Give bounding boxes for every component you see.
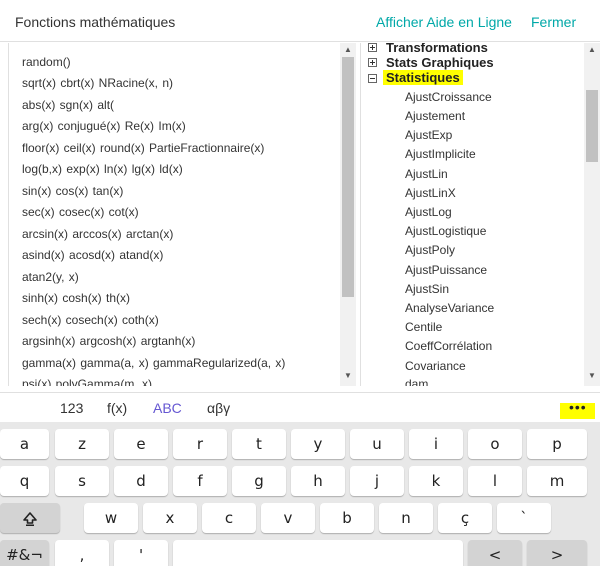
command-item[interactable]: AjustLinX bbox=[405, 186, 456, 200]
key-apostrophe[interactable]: ' bbox=[114, 540, 168, 566]
function-row[interactable]: asind(x) acosd(x) atand(x) bbox=[22, 248, 163, 262]
command-item[interactable]: AjustLog bbox=[405, 205, 452, 219]
key-q[interactable]: q bbox=[0, 466, 49, 496]
shift-key[interactable] bbox=[0, 503, 60, 533]
command-item[interactable]: AjustCroissance bbox=[405, 90, 492, 104]
commands-scrollbar[interactable]: ▲ ▼ bbox=[584, 43, 600, 386]
dialog-title: Fonctions mathématiques bbox=[15, 14, 176, 30]
function-row[interactable]: arg(x) conjugué(x) Re(x) Im(x) bbox=[22, 119, 186, 133]
key-e[interactable]: e bbox=[114, 429, 168, 459]
function-row[interactable]: sin(x) cos(x) tan(x) bbox=[22, 184, 123, 198]
tree-category-statistiques[interactable]: Statistiques bbox=[383, 70, 463, 85]
key-z[interactable]: z bbox=[55, 429, 109, 459]
scroll-up-icon[interactable]: ▲ bbox=[588, 45, 596, 54]
scrollbar-thumb[interactable] bbox=[342, 57, 354, 297]
function-row[interactable]: sinh(x) cosh(x) th(x) bbox=[22, 291, 130, 305]
more-button[interactable]: ••• bbox=[560, 399, 595, 419]
key-t[interactable]: t bbox=[232, 429, 286, 459]
command-item[interactable]: AjustPoly bbox=[405, 243, 455, 257]
scroll-up-icon[interactable]: ▲ bbox=[344, 45, 352, 54]
close-button[interactable]: Fermer bbox=[531, 14, 576, 30]
function-row[interactable]: abs(x) sgn(x) alt( bbox=[22, 98, 114, 112]
function-row[interactable]: random() bbox=[22, 55, 71, 69]
key-g[interactable]: g bbox=[232, 466, 286, 496]
function-row[interactable]: sech(x) cosech(x) coth(x) bbox=[22, 313, 159, 327]
key-d[interactable]: d bbox=[114, 466, 168, 496]
command-item[interactable]: AjustExp bbox=[405, 128, 452, 142]
command-item[interactable]: AnalyseVariance bbox=[405, 301, 494, 315]
key-f[interactable]: f bbox=[173, 466, 227, 496]
right-arrow-key[interactable]: > bbox=[527, 540, 587, 566]
scroll-down-icon[interactable]: ▼ bbox=[588, 371, 596, 380]
function-row[interactable]: arcsin(x) arccos(x) arctan(x) bbox=[22, 227, 173, 241]
tree-category-transformations[interactable]: Transformations bbox=[386, 43, 488, 55]
function-row[interactable]: sqrt(x) cbrt(x) NRacine(x, n) bbox=[22, 76, 173, 90]
keyboard-tab-bar: 123 f(x) ABC αβγ bbox=[0, 392, 600, 422]
space-key[interactable] bbox=[173, 540, 463, 566]
command-item[interactable]: CoeffCorrélation bbox=[405, 339, 492, 353]
function-row[interactable]: argsinh(x) argcosh(x) argtanh(x) bbox=[22, 334, 195, 348]
key-m[interactable]: m bbox=[527, 466, 587, 496]
command-tree: Transformations Stats Graphiques Statist… bbox=[360, 43, 584, 386]
key-j[interactable]: j bbox=[350, 466, 404, 496]
command-item[interactable]: Covariance bbox=[405, 359, 466, 373]
scrollbar-thumb[interactable] bbox=[586, 90, 598, 162]
key-s[interactable]: s bbox=[55, 466, 109, 496]
show-online-help-link[interactable]: Afficher Aide en Ligne bbox=[376, 14, 512, 30]
expand-icon[interactable] bbox=[368, 58, 377, 67]
function-row[interactable]: sec(x) cosec(x) cot(x) bbox=[22, 205, 139, 219]
key-v[interactable]: v bbox=[261, 503, 315, 533]
key-l[interactable]: l bbox=[468, 466, 522, 496]
collapse-icon[interactable] bbox=[368, 74, 377, 83]
key-k[interactable]: k bbox=[409, 466, 463, 496]
key-x[interactable]: x bbox=[143, 503, 197, 533]
tab-greek[interactable]: αβγ bbox=[207, 400, 230, 416]
expand-icon[interactable] bbox=[368, 43, 377, 52]
left-arrow-key[interactable]: < bbox=[468, 540, 522, 566]
command-item[interactable]: AjustLogistique bbox=[405, 224, 486, 238]
key-y[interactable]: y bbox=[291, 429, 345, 459]
key-n[interactable]: n bbox=[379, 503, 433, 533]
key-u[interactable]: u bbox=[350, 429, 404, 459]
scroll-down-icon[interactable]: ▼ bbox=[344, 371, 352, 380]
command-item[interactable]: AjustPuissance bbox=[405, 263, 487, 277]
functions-scrollbar[interactable]: ▲ ▼ bbox=[340, 43, 356, 386]
command-item[interactable]: Centile bbox=[405, 320, 442, 334]
command-item[interactable]: AjustImplicite bbox=[405, 147, 476, 161]
symbols-key[interactable]: #&¬ bbox=[0, 540, 49, 566]
key-c-cedilla[interactable]: ç bbox=[438, 503, 492, 533]
key-backtick[interactable]: ` bbox=[497, 503, 551, 533]
key-b[interactable]: b bbox=[320, 503, 374, 533]
command-item[interactable]: AjustLin bbox=[405, 167, 448, 181]
key-h[interactable]: h bbox=[291, 466, 345, 496]
key-comma[interactable]: , bbox=[55, 540, 109, 566]
function-row[interactable]: floor(x) ceil(x) round(x) PartieFraction… bbox=[22, 141, 264, 155]
key-c[interactable]: c bbox=[202, 503, 256, 533]
key-w[interactable]: w bbox=[84, 503, 138, 533]
key-i[interactable]: i bbox=[409, 429, 463, 459]
tab-abc[interactable]: ABC bbox=[153, 400, 182, 416]
command-item[interactable]: Ajustement bbox=[405, 109, 465, 123]
function-row[interactable]: log(b,x) exp(x) ln(x) lg(x) ld(x) bbox=[22, 162, 183, 176]
function-row[interactable]: atan2(y, x) bbox=[22, 270, 79, 284]
shift-icon bbox=[23, 512, 37, 526]
dialog-header: Fonctions mathématiques Afficher Aide en… bbox=[0, 0, 600, 42]
tree-category-stats-graphiques[interactable]: Stats Graphiques bbox=[386, 55, 494, 70]
command-item[interactable]: AjustSin bbox=[405, 282, 449, 296]
function-row[interactable]: gamma(x) gamma(a, x) gammaRegularized(a,… bbox=[22, 356, 285, 370]
key-o[interactable]: o bbox=[468, 429, 522, 459]
command-item[interactable]: dam bbox=[405, 377, 428, 386]
key-r[interactable]: r bbox=[173, 429, 227, 459]
function-row[interactable]: psi(x) polyGamma(m, x) bbox=[22, 377, 152, 386]
key-a[interactable]: a bbox=[0, 429, 49, 459]
tab-functions[interactable]: f(x) bbox=[107, 400, 127, 416]
virtual-keyboard: a z e r t y u i o p q s d f g h j k l m … bbox=[0, 422, 600, 566]
tab-numbers[interactable]: 123 bbox=[60, 400, 83, 416]
key-p[interactable]: p bbox=[527, 429, 587, 459]
functions-list: random() sqrt(x) cbrt(x) NRacine(x, n) a… bbox=[8, 43, 357, 386]
more-dots-icon: ••• bbox=[569, 399, 587, 415]
